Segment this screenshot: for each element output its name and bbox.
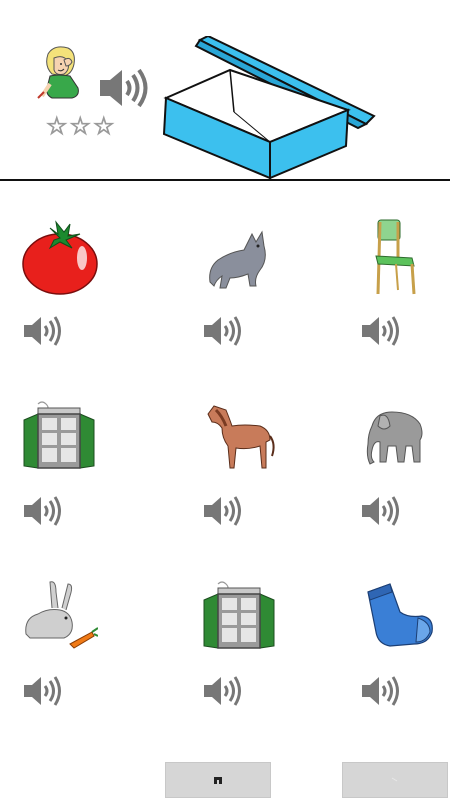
rabbit-picture[interactable] <box>22 578 98 650</box>
home-icon <box>214 777 222 784</box>
speaker-icon[interactable] <box>22 314 62 348</box>
tomato-picture[interactable] <box>20 216 100 296</box>
speaker-icon[interactable] <box>202 314 242 348</box>
speaker-icon[interactable] <box>98 66 148 110</box>
window-picture[interactable] <box>22 398 96 472</box>
speaker-icon[interactable] <box>22 674 62 708</box>
speaker-icon[interactable] <box>22 494 62 528</box>
next-arrow-icon <box>391 777 398 782</box>
speaker-icon[interactable] <box>360 494 400 528</box>
star-rating: ☆ ☆ ☆ <box>46 112 116 140</box>
speaker-icon[interactable] <box>202 494 242 528</box>
app-screen: ☆ ☆ ☆ <box>0 0 450 800</box>
chair-picture[interactable] <box>368 218 420 296</box>
star-icon: ☆ <box>46 112 68 140</box>
speaker-icon[interactable] <box>202 674 242 708</box>
star-icon: ☆ <box>69 112 92 140</box>
home-button[interactable] <box>165 762 271 798</box>
elephant-picture[interactable] <box>366 406 426 466</box>
horse-picture[interactable] <box>204 402 278 472</box>
open-box-picture <box>162 36 376 180</box>
speaker-icon[interactable] <box>360 314 400 348</box>
header-panel: ☆ ☆ ☆ <box>0 0 450 180</box>
next-button[interactable] <box>342 762 448 798</box>
cat-picture[interactable] <box>204 220 274 290</box>
star-icon: ☆ <box>93 112 115 140</box>
speaker-icon[interactable] <box>360 674 400 708</box>
header-divider <box>0 179 450 181</box>
window-picture[interactable] <box>202 578 276 652</box>
child-avatar-icon <box>37 46 79 99</box>
sock-picture[interactable] <box>360 582 434 652</box>
